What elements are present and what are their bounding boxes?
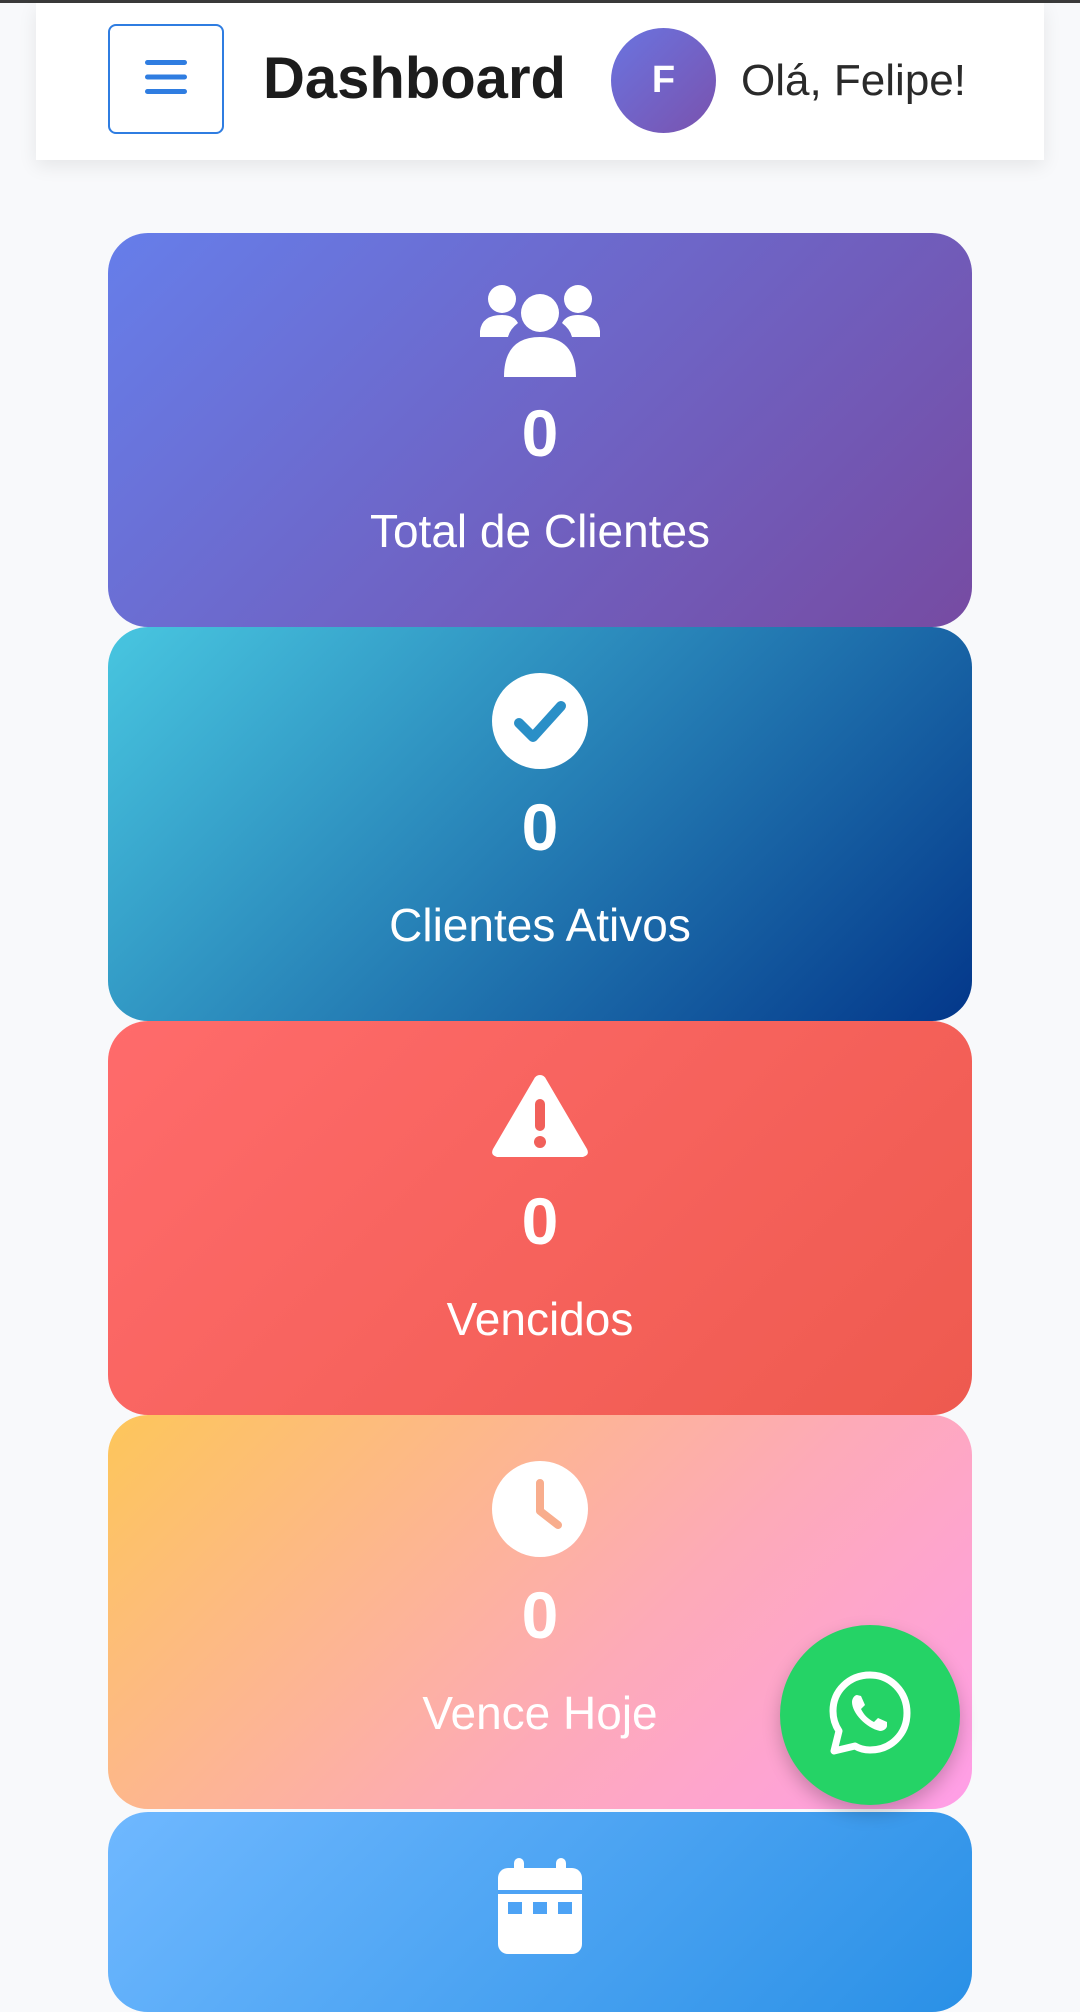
stat-card-total-clients[interactable]: 0 Total de Clientes <box>108 233 972 627</box>
menu-button[interactable] <box>108 24 224 134</box>
calendar-icon <box>108 1856 972 1956</box>
stat-card-overdue[interactable]: 0 Vencidos <box>108 1021 972 1415</box>
stat-card-upcoming[interactable] <box>108 1812 972 2012</box>
hamburger-icon <box>143 58 189 101</box>
stat-label: Clientes Ativos <box>389 899 691 951</box>
whatsapp-button[interactable] <box>780 1625 960 1805</box>
stat-value: 0 <box>521 790 559 864</box>
stat-value: 0 <box>521 1184 559 1258</box>
page-title: Dashboard <box>263 46 566 111</box>
check-circle-icon <box>108 671 972 771</box>
clock-icon <box>108 1459 972 1559</box>
users-icon <box>108 277 972 377</box>
stat-card-active-clients[interactable]: 0 Clientes Ativos <box>108 627 972 1021</box>
top-bar: Dashboard F Olá, Felipe! <box>36 3 1044 160</box>
user-greeting: Olá, Felipe! <box>741 56 966 105</box>
whatsapp-icon <box>822 1665 918 1766</box>
stat-value: 0 <box>521 396 559 470</box>
warning-triangle-icon <box>108 1065 972 1165</box>
stat-label: Total de Clientes <box>369 505 711 557</box>
avatar[interactable]: F <box>611 28 716 133</box>
stat-label: Vencidos <box>446 1293 634 1345</box>
